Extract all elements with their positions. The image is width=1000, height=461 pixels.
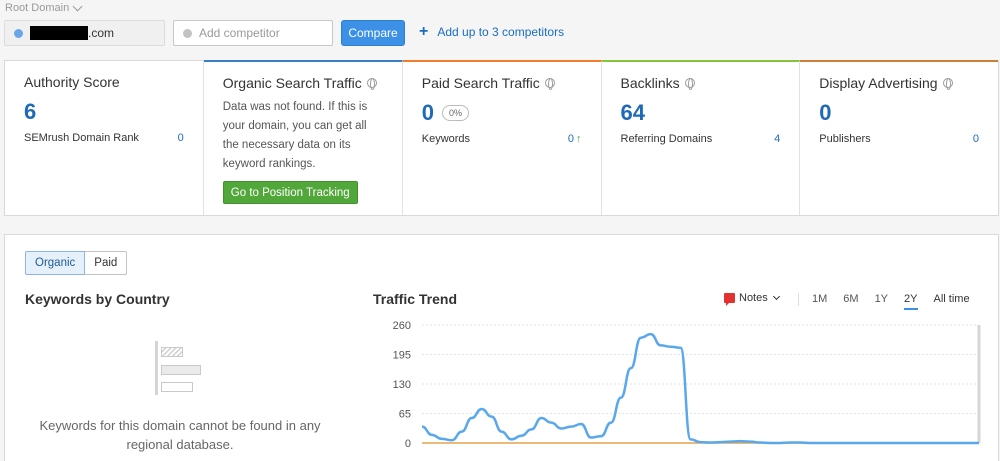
chevron-down-icon: [72, 1, 83, 11]
metric-title-text: Paid Search Traffic: [421, 75, 540, 91]
metric-title-text: Backlinks: [620, 75, 680, 91]
empty-bar-chart-icon: [155, 341, 205, 395]
go-to-position-tracking-button[interactable]: Go to Position Tracking: [222, 181, 358, 204]
metric-value-number[interactable]: 0: [422, 100, 434, 126]
metric-value[interactable]: 6: [24, 99, 184, 124]
traffic-trend-title: Traffic Trend: [373, 291, 458, 307]
empty-state-message: Keywords for this domain cannot be found…: [39, 418, 321, 452]
root-domain-label: Root Domain: [5, 2, 70, 14]
metric-paid-search-traffic[interactable]: Paid Search Traffic 0 0% Keywords 0 ↑: [402, 60, 602, 215]
metric-display-advertising[interactable]: Display Advertising 0 Publishers 0: [800, 60, 998, 215]
keywords-by-country-title: Keywords by Country: [25, 291, 170, 307]
empty-icon-axis: [155, 341, 158, 395]
overview-metrics: Authority Score 6 SEMrush Domain Rank 0 …: [4, 60, 999, 216]
traffic-trend-chart[interactable]: 260 195 130 65 0: [367, 317, 987, 447]
metric-title: Authority Score: [24, 74, 184, 90]
metric-sub-value[interactable]: 0 ↑: [568, 133, 582, 145]
metric-sub-row: Referring Domains 4: [621, 133, 781, 145]
y-tick-label: 195: [393, 350, 411, 362]
y-tick-label: 65: [399, 409, 411, 421]
y-tick-label: 130: [393, 379, 411, 391]
metric-sub-value-number: 0: [567, 133, 574, 145]
globe-icon: [544, 78, 555, 90]
add-competitors-link[interactable]: + Add up to 3 competitors: [419, 23, 565, 40]
metric-sub-value[interactable]: 0: [973, 133, 979, 145]
metric-organic-search-traffic: Organic Search Traffic Data was not foun…: [203, 60, 403, 215]
plus-icon: +: [419, 23, 429, 40]
divider: [798, 293, 799, 306]
metric-sub-label: Publishers: [819, 133, 871, 145]
metric-title: Paid Search Traffic: [422, 75, 582, 91]
range-1m[interactable]: 1M: [812, 293, 827, 310]
empty-icon-bar: [161, 347, 183, 357]
metric-title-text: Authority Score: [24, 74, 120, 90]
y-tick-label: 0: [405, 438, 411, 447]
metric-sub-label: SEMrush Domain Rank: [24, 132, 139, 144]
metric-title-text: Organic Search Traffic: [222, 75, 362, 91]
empty-icon-bar: [161, 365, 201, 375]
metric-sub-row: Publishers 0: [819, 133, 979, 145]
domain-suffix: .com: [88, 26, 115, 40]
competitor-field[interactable]: [173, 20, 333, 46]
metric-value: 0 0%: [422, 100, 582, 125]
range-1y[interactable]: 1Y: [875, 293, 888, 310]
globe-icon: [942, 78, 953, 90]
empty-icon-bar: [161, 382, 193, 392]
metric-sub-value[interactable]: 4: [774, 133, 780, 145]
chevron-down-icon: [772, 292, 780, 301]
y-tick-label: 260: [393, 320, 411, 332]
change-badge: 0%: [442, 104, 470, 121]
compare-button[interactable]: Compare: [341, 20, 405, 46]
range-2y[interactable]: 2Y: [904, 293, 918, 310]
organic-paid-toggle: Organic Paid: [25, 251, 128, 275]
metric-sub-row: Keywords 0 ↑: [422, 133, 582, 145]
notes-flag-icon: [724, 293, 735, 306]
notes-label: Notes: [739, 292, 768, 304]
globe-icon: [684, 78, 695, 90]
globe-icon: [366, 78, 377, 90]
metric-description: Data was not found. If this is your doma…: [222, 101, 368, 170]
notes-dropdown[interactable]: Notes: [724, 292, 780, 306]
metric-title: Display Advertising: [819, 75, 979, 91]
range-selector: 1M 6M 1Y 2Y All time: [812, 293, 970, 310]
metric-authority-score[interactable]: Authority Score 6 SEMrush Domain Rank 0: [5, 61, 204, 215]
metric-title: Backlinks: [621, 75, 781, 91]
range-all-time[interactable]: All time: [934, 293, 970, 310]
redacted-domain: [30, 26, 88, 40]
metric-sub-value[interactable]: 0: [178, 132, 184, 144]
metric-value[interactable]: 0: [819, 100, 979, 125]
tab-paid[interactable]: Paid: [85, 251, 128, 275]
domain-color-dot: [14, 28, 23, 38]
traffic-line: [421, 332, 979, 445]
add-competitors-label: Add up to 3 competitors: [437, 25, 565, 39]
traffic-panel: Organic Paid Keywords by Country Keyword…: [4, 234, 999, 461]
competitor-color-dot: [183, 28, 192, 38]
arrow-up-icon: ↑: [576, 133, 582, 145]
metric-backlinks[interactable]: Backlinks 64 Referring Domains 4: [601, 60, 801, 215]
competitor-input[interactable]: [199, 26, 319, 40]
metric-title: Organic Search Traffic: [223, 75, 383, 91]
metric-value[interactable]: 64: [621, 100, 781, 125]
tab-organic[interactable]: Organic: [25, 251, 86, 275]
root-domain-dropdown[interactable]: Root Domain: [5, 1, 83, 14]
metric-sub-row: SEMrush Domain Rank 0: [24, 132, 184, 144]
range-6m[interactable]: 6M: [843, 293, 858, 310]
metric-sub-label: Referring Domains: [620, 133, 713, 145]
metric-sub-label: Keywords: [421, 133, 471, 145]
metric-title-text: Display Advertising: [819, 75, 938, 91]
domain-field[interactable]: .com: [4, 20, 165, 46]
